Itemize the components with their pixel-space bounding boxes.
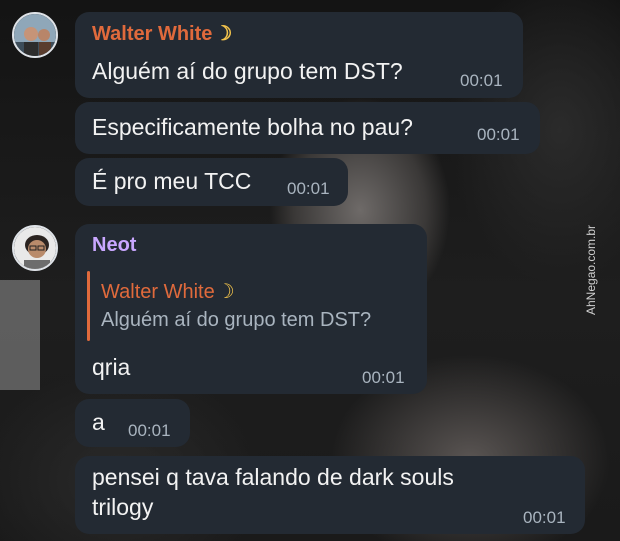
watermark: AhNegao.com.br [584,224,598,316]
neot-avatar[interactable] [12,225,58,271]
sender-name[interactable]: Walter White ☽ [92,21,232,46]
message-time: 00:01 [128,421,171,440]
message-bubble[interactable]: Neot Walter White ☽ Alguém aí do grupo te… [75,224,427,394]
message-bubble[interactable]: a 00:01 [75,399,190,447]
message-text-line2: trilogy [92,494,154,520]
moon-icon: ☽ [216,281,235,303]
message-bubble[interactable]: É pro meu TCC 00:01 [75,158,348,206]
message-time: 00:01 [523,508,566,527]
reply-text: Alguém aí do grupo tem DST? [101,309,372,331]
message-text: a [92,409,105,435]
moon-icon: ☽ [214,23,233,45]
reply-sender: Walter White ☽ [101,281,235,303]
message-text: Especificamente bolha no pau? [92,114,413,140]
message-time: 00:01 [477,125,520,144]
walter-white-avatar[interactable] [12,12,58,58]
message-text: qria [92,354,131,380]
message-bubble[interactable]: Especificamente bolha no pau? 00:01 [75,102,540,154]
message-time: 00:01 [460,71,503,90]
message-text: Alguém aí do grupo tem DST? [92,58,403,84]
reply-preview[interactable]: Walter White ☽ Alguém aí do grupo tem DST… [87,271,407,343]
wallpaper-stripe [0,280,40,390]
message-text-line1: pensei q tava falando de dark souls [92,464,454,490]
sender-name[interactable]: Neot [92,234,136,257]
reply-bar [87,271,90,341]
message-bubble[interactable]: Walter White ☽ Alguém aí do grupo tem DST… [75,12,523,98]
message-time: 00:01 [287,179,330,198]
message-bubble[interactable]: pensei q tava falando de dark souls tril… [75,456,585,534]
message-time: 00:01 [362,368,405,387]
message-text: É pro meu TCC [92,168,252,194]
